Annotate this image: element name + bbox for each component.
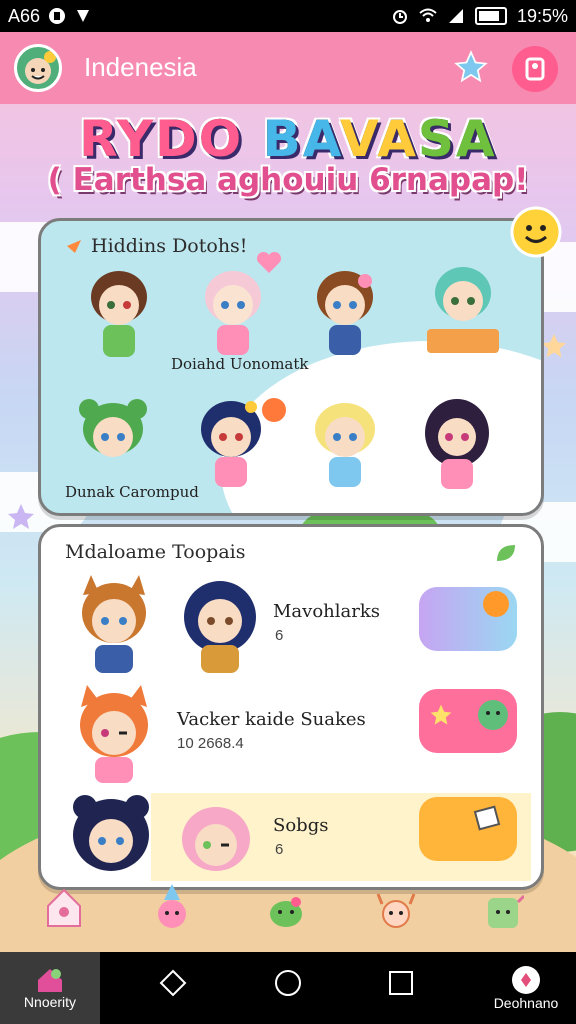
star-icon[interactable] [454,50,488,84]
star-decoration-icon [541,333,567,358]
battery-icon [474,7,507,25]
character-avatar[interactable] [421,257,505,361]
card1-title: Hiddins Dotohs! [91,235,248,257]
heart-icon [256,251,282,273]
character-avatar[interactable] [71,393,155,497]
app-title: Indenesia [84,52,197,82]
smiley-icon [510,206,562,258]
alert-icon [77,10,90,22]
orange-ball-icon [262,398,286,422]
banner-title-part: RYDO [79,110,244,168]
character-avatar [182,807,250,871]
character-avatar[interactable] [303,393,387,497]
character-avatar [80,685,148,783]
topic-row-title: Sobgs [273,815,329,836]
app-icon [512,966,540,994]
decoration-strip [0,884,576,950]
navigation-bar: Nnoerity Deohnano [0,952,576,1024]
notification-icon [49,8,66,24]
wifi-icon [419,8,437,22]
note-icon [473,805,501,831]
alarm-icon [392,10,407,24]
banner-title-part: BA [262,110,341,168]
leaf-icon [497,545,515,561]
recents-icon[interactable] [386,968,416,998]
home-icon [38,969,62,992]
back-icon[interactable] [158,968,188,998]
banner-title-part: SA [418,110,497,168]
featured-characters-card[interactable]: Hiddins Dotohs! Doiahd Uonomatk Dunak Ca… [38,218,544,516]
orange-ball-icon [483,591,509,617]
crab-icon [376,893,416,928]
topic-row-title: Vacker kaide Suakes [177,709,366,730]
nav-left-label: Nnoerity [23,994,77,1010]
status-time: 19:5% [516,5,568,26]
profile-button[interactable] [512,46,558,92]
gift-creature-icon [488,894,524,928]
card1-label: Doiahd Uonomatk [171,355,309,373]
card2-title: Mdaloame Toopais [65,541,246,563]
app-header: Indenesia [0,32,576,104]
topic-row-meta: 10 2668.4 [177,735,244,752]
nav-community-button[interactable]: Nnoerity [0,952,100,1024]
party-creature-icon [158,884,186,928]
character-avatar[interactable] [77,261,161,365]
character-avatar [184,581,256,673]
topics-card: Mdaloame Toopais Mavohlarks 6 Vacker kai… [38,524,544,890]
topic-row-meta: 6 [275,627,284,644]
topic-row-title: Mavohlarks [273,601,380,622]
character-avatar [73,795,149,871]
topic-row-meta: 6 [275,841,284,858]
character-avatar[interactable] [191,261,275,365]
banner-title: RYDO BAVASA [0,110,576,168]
banner-subtitle: ( Earthsa aghouiu 6rnapap! [47,162,529,198]
star-decoration-icon [8,504,34,529]
character-avatar[interactable] [415,393,499,497]
card1-label: Dunak Carompud [65,483,199,501]
banner-title-part: VA [340,110,419,168]
status-left-text: A66 [8,5,41,26]
home-circle-icon[interactable] [273,968,303,998]
signal-icon [448,9,463,23]
nav-right-label: Deohnano [493,995,559,1011]
profile-icon [525,57,545,81]
star-icon [430,704,452,725]
house-icon [47,888,81,927]
sparkle-icon [67,240,81,253]
logo-icon[interactable] [14,44,62,92]
frog-icon [270,897,302,927]
status-bar: A66 19:5% [0,0,576,32]
creature-icon [478,700,508,730]
character-avatar[interactable] [303,261,387,365]
nav-profile-button[interactable]: Deohnano [476,952,576,1024]
character-avatar [82,575,146,673]
